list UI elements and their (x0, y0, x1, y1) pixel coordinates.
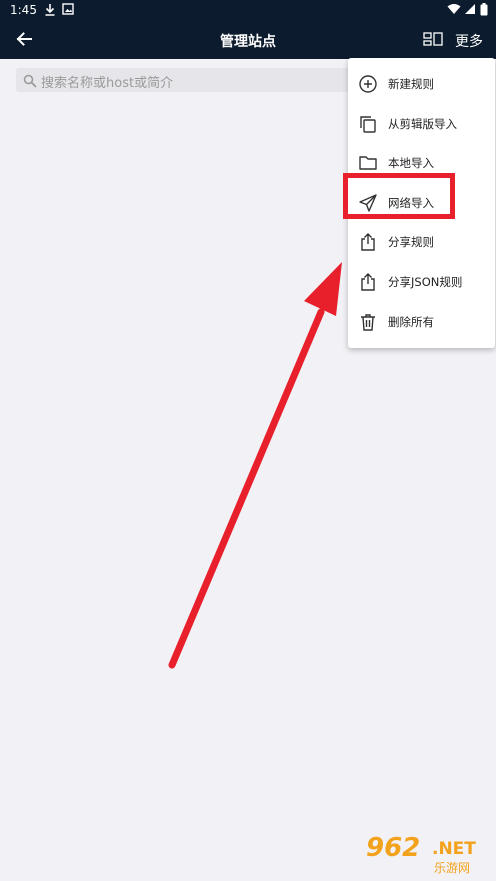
copy-icon (358, 114, 378, 134)
app-bar: 管理站点 更多 (0, 22, 496, 59)
highlight-box (343, 173, 455, 219)
add-circle-icon (358, 74, 378, 94)
menu-item-label: 删除所有 (388, 315, 434, 329)
status-time: 1:45 (10, 3, 37, 17)
share-icon (358, 272, 378, 292)
image-icon (62, 3, 74, 18)
watermark-caption: 乐游网 (434, 861, 471, 875)
menu-item-share-rule[interactable]: 分享规则 (348, 224, 495, 260)
folder-icon (358, 153, 378, 173)
watermark-suffix: .NET (432, 839, 476, 859)
page-title: 管理站点 (220, 34, 276, 50)
menu-item-share-json[interactable]: 分享JSON规则 (348, 264, 495, 300)
menu-item-label: 从剪辑版导入 (388, 117, 457, 131)
signal-icon (464, 3, 476, 18)
search-placeholder: 搜索名称或host或简介 (41, 76, 174, 91)
menu-item-delete-all[interactable]: 删除所有 (348, 304, 495, 340)
battery-icon (480, 3, 488, 19)
menu-item-import-clipboard[interactable]: 从剪辑版导入 (348, 106, 495, 142)
more-button[interactable]: 更多 (455, 31, 483, 51)
menu-item-new-rule[interactable]: 新建规则 (348, 66, 495, 102)
status-bar: 1:45 (0, 0, 496, 22)
menu-item-label: 本地导入 (388, 156, 434, 170)
site-watermark: 962 .NET 乐游网 (358, 833, 490, 877)
trash-icon (358, 312, 378, 332)
search-icon (23, 73, 37, 88)
share-icon (358, 232, 378, 252)
menu-item-label: 新建规则 (388, 77, 434, 91)
menu-item-label: 分享JSON规则 (388, 275, 463, 289)
search-input[interactable]: 搜索名称或host或简介 (16, 68, 356, 92)
wifi-icon (447, 3, 461, 18)
download-icon (44, 3, 56, 19)
layout-toggle-icon[interactable] (423, 31, 443, 47)
menu-item-label: 分享规则 (388, 235, 434, 249)
watermark-number: 962 (366, 833, 421, 863)
